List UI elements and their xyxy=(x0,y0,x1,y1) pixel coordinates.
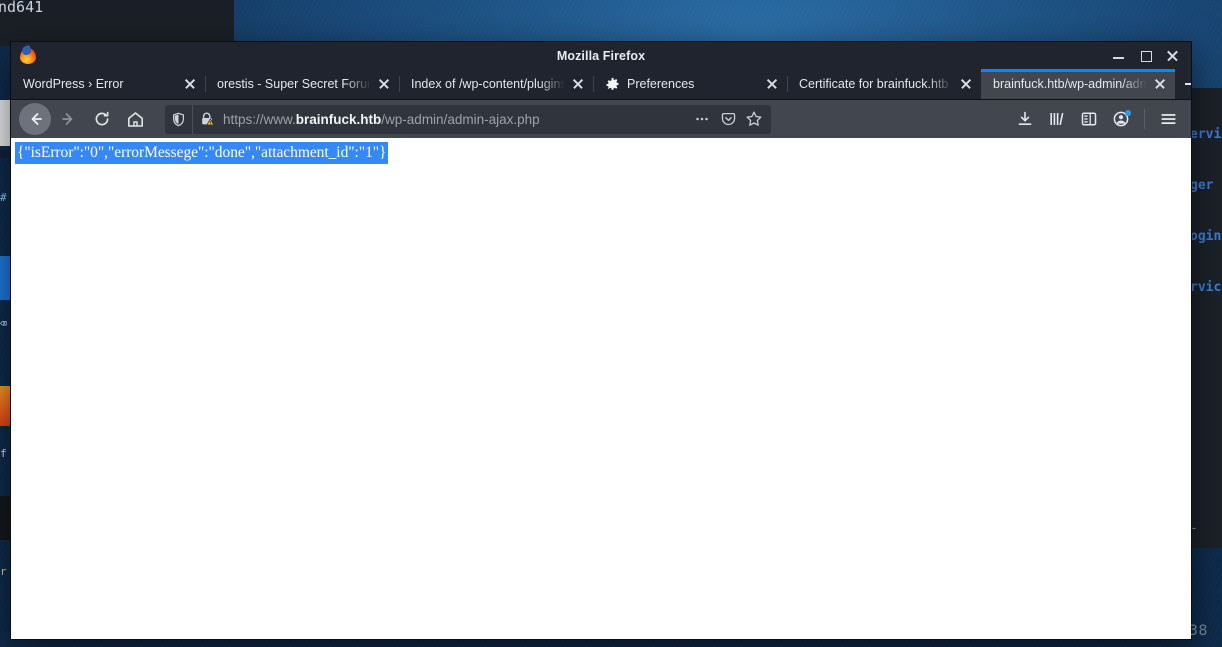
reload-button[interactable] xyxy=(87,104,117,134)
application-menu-icon[interactable] xyxy=(1153,104,1183,134)
terminal-gap xyxy=(1188,330,1222,486)
tab-strip: WordPress › Error orestis - Super Secret… xyxy=(11,69,1191,100)
forward-button[interactable] xyxy=(54,104,84,134)
pocket-icon[interactable] xyxy=(715,106,741,132)
account-icon[interactable] xyxy=(1106,104,1136,134)
firefox-window: Mozilla Firefox WordPress › Error oresti… xyxy=(10,41,1192,640)
ellipsis-icon[interactable] xyxy=(689,106,715,132)
star-icon[interactable] xyxy=(741,106,767,132)
tab-close-icon[interactable] xyxy=(179,73,201,95)
sidebars-icon[interactable] xyxy=(1074,104,1104,134)
tab-preferences[interactable]: Preferences xyxy=(593,69,787,99)
tab-close-icon[interactable] xyxy=(761,73,783,95)
url-host: brainfuck.htb xyxy=(295,111,382,127)
terminal-line: ger xyxy=(1190,178,1222,193)
tab-brainfuck-htb-wp-admin-admin-ajax[interactable]: brainfuck.htb/wp-admin/admin-ajax.php xyxy=(981,69,1175,99)
terminal-line: rvic xyxy=(1190,280,1222,295)
window-titlebar[interactable]: Mozilla Firefox xyxy=(11,42,1191,69)
library-icon[interactable] xyxy=(1042,104,1072,134)
tracking-protection-shield-icon[interactable] xyxy=(165,104,193,134)
desktop: nd641 ervi ger ogin rvic - e ne P/1. /1.… xyxy=(0,0,1222,647)
back-button[interactable] xyxy=(19,103,51,135)
tab-close-icon[interactable] xyxy=(1149,73,1171,95)
background-terminal-text: nd641 xyxy=(0,0,44,16)
terminal-line: ervi xyxy=(1190,127,1222,142)
toolbar-separator xyxy=(1144,109,1145,129)
window-controls xyxy=(1112,49,1185,62)
url-text[interactable]: https://www.brainfuck.htb/wp-admin/admin… xyxy=(221,112,689,127)
tab-index-of-wp-content-plugins[interactable]: Index of /wp-content/plugins xyxy=(399,69,593,99)
maximize-button[interactable] xyxy=(1139,49,1152,62)
tab-label: orestis - Super Secret Forum xyxy=(217,77,371,91)
url-bar[interactable]: https://www.brainfuck.htb/wp-admin/admin… xyxy=(165,104,771,134)
tab-close-icon[interactable] xyxy=(373,73,395,95)
toolbar-right-group xyxy=(1010,104,1183,134)
tab-wordpress-error[interactable]: WordPress › Error xyxy=(11,69,205,99)
terminal-line: ogin xyxy=(1190,229,1222,244)
terminal-line: - xyxy=(1190,521,1198,536)
background-terminal-right[interactable]: ervi ger ogin rvic - e ne P/1. /1.1 xyxy=(1188,88,1222,548)
tab-certificate-for-brainfuck-htb[interactable]: Certificate for brainfuck.htb xyxy=(787,69,981,99)
tab-label: Certificate for brainfuck.htb xyxy=(799,77,949,91)
url-path: /wp-admin/admin-ajax.php xyxy=(381,111,540,127)
home-button[interactable] xyxy=(120,104,150,134)
json-response-text[interactable]: {"isError":"0","errorMessege":"done","at… xyxy=(15,142,389,164)
close-window-button[interactable] xyxy=(1166,49,1179,62)
downloads-icon[interactable] xyxy=(1010,104,1040,134)
tab-label: Preferences xyxy=(627,77,695,91)
tab-close-icon[interactable] xyxy=(567,73,589,95)
gear-icon xyxy=(605,77,620,92)
lock-warning-icon[interactable] xyxy=(193,105,221,134)
tab-close-icon[interactable] xyxy=(955,73,977,95)
new-tab-button[interactable] xyxy=(1175,69,1191,99)
navigation-toolbar: https://www.brainfuck.htb/wp-admin/admin… xyxy=(11,100,1191,138)
tab-label: Index of /wp-content/plugins xyxy=(411,77,565,91)
background-terminal-top-left[interactable]: nd641 xyxy=(0,0,234,46)
window-title: Mozilla Firefox xyxy=(556,48,646,63)
account-notification-dot xyxy=(1125,110,1131,116)
minimize-button[interactable] xyxy=(1112,49,1125,62)
tab-label: brainfuck.htb/wp-admin/admin-ajax.php xyxy=(993,77,1147,91)
tab-orestis-super-secret-forum[interactable]: orestis - Super Secret Forum xyxy=(205,69,399,99)
page-content[interactable]: {"isError":"0","errorMessege":"done","at… xyxy=(11,138,1191,639)
url-prefix: https://www. xyxy=(223,111,296,127)
firefox-logo-icon xyxy=(19,44,37,65)
tab-label: WordPress › Error xyxy=(23,77,124,91)
